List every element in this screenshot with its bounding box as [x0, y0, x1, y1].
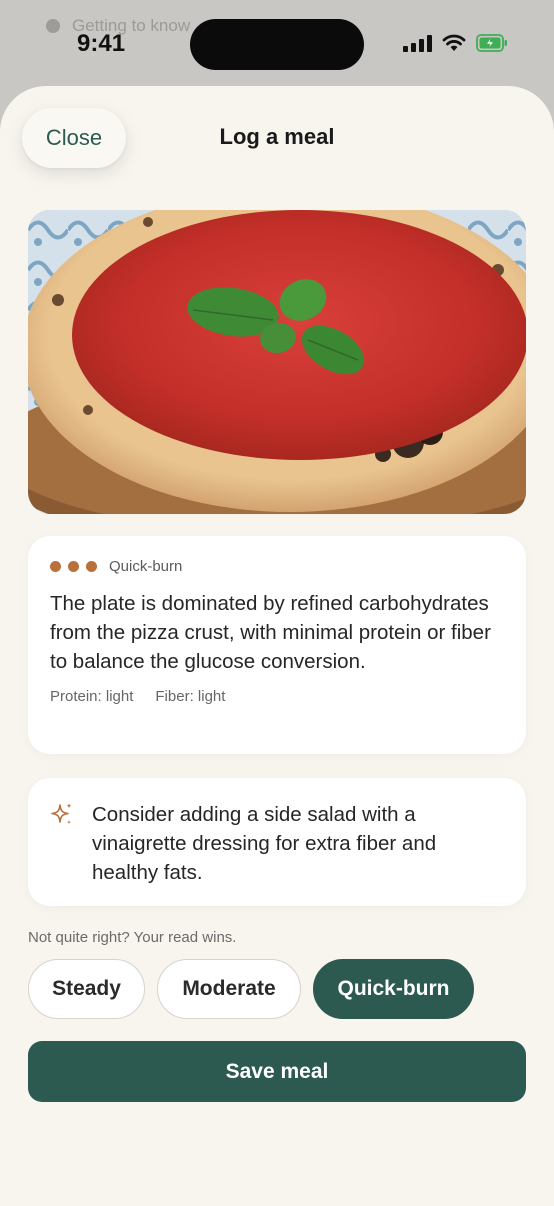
suggestion-text: Consider adding a side salad with a vina… — [92, 803, 437, 884]
sheet-title: Log a meal — [219, 124, 335, 149]
chip-quick-burn[interactable]: Quick-burn — [313, 959, 474, 1019]
rating-dot — [68, 561, 79, 572]
rating-label: Quick-burn — [109, 558, 183, 575]
glucose-rating: Quick-burn — [50, 558, 504, 575]
dynamic-island — [190, 19, 364, 70]
chip-moderate[interactable]: Moderate — [157, 959, 301, 1019]
log-meal-sheet: Close Log a meal Quick-burn The plate is… — [0, 86, 554, 1206]
save-meal-button[interactable]: Save meal — [28, 1041, 526, 1102]
rating-dot — [86, 561, 97, 572]
cellular-signal-icon — [403, 34, 432, 52]
override-hint: Not quite right? Your read wins. — [28, 929, 237, 946]
protein-level: Protein: light — [50, 688, 134, 705]
fiber-level: Fiber: light — [155, 688, 226, 705]
suggestion-card: Consider adding a side salad with a vina… — [28, 778, 526, 906]
sparkle-icon — [51, 803, 72, 825]
meal-photo — [28, 210, 526, 514]
status-icons — [403, 34, 508, 52]
analysis-card: Quick-burn The plate is dominated by ref… — [28, 536, 526, 754]
status-time: 9:41 — [77, 30, 126, 57]
analysis-text: The plate is dominated by refined carboh… — [50, 592, 491, 673]
wifi-icon — [442, 34, 466, 52]
battery-charging-icon — [476, 34, 508, 52]
glucose-override-chips: Steady Moderate Quick-burn — [28, 959, 474, 1019]
nutrient-summary: Protein: light Fiber: light — [50, 688, 504, 705]
status-bar: 9:41 — [0, 0, 554, 80]
chip-steady[interactable]: Steady — [28, 959, 145, 1019]
rating-dot — [50, 561, 61, 572]
